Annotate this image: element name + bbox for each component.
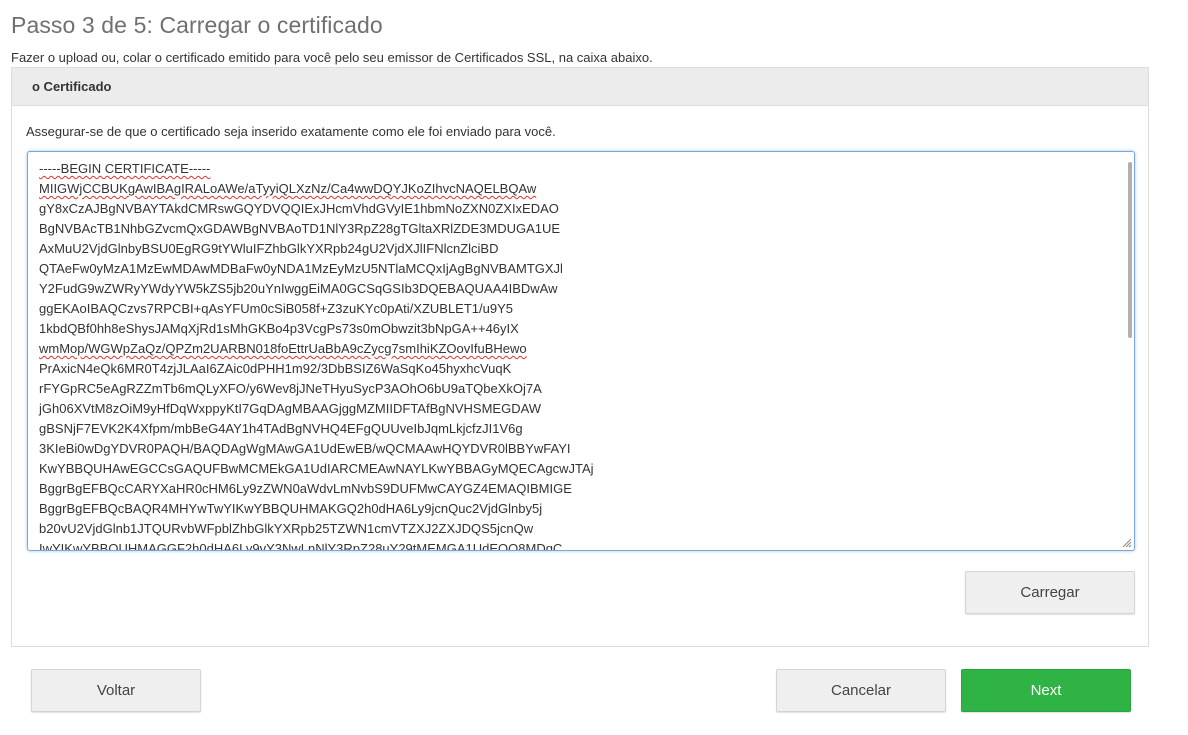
panel-header: o Certificado [12,68,1148,106]
certificate-line: gY8xCzAJBgNVBAYTAkdCMRswGQYDVQQIExJHcmVh… [39,201,559,216]
certificate-line: IwYIKwYBBQUHMAGGF2h0dHA6Ly9vY3NwLnNlY3Rp… [39,541,563,551]
certificate-line: jGh06XVtM8zOiM9yHfDqWxppyKtI7GqDAgMBAAGj… [39,401,542,416]
certificate-line: AxMuU2VjdGlnbyBSU0EgRG9tYWluIFZhbGlkYXRp… [39,241,499,256]
page-title: Passo 3 de 5: Carregar o certificado [11,12,383,38]
certificate-panel: o Certificado Assegurar-se de que o cert… [11,67,1149,647]
next-button[interactable]: Next [961,669,1131,712]
page-subtitle: Fazer o upload ou, colar o certificado e… [11,50,653,65]
certificate-line: 3KIeBi0wDgYDVR0PAQH/BAQDAgWgMAwGA1UdEwEB… [39,441,571,456]
certificate-line: BggrBgEFBQcBAQR4MHYwTwYIKwYBBQUHMAKGQ2h0… [39,501,543,516]
resize-handle-icon[interactable] [1120,536,1132,548]
certificate-line: KwYBBQUHAwEGCCsGAQUFBwMCMEkGA1UdIARCMEAw… [39,461,594,476]
certificate-line: gBSNjF7EVK2K4Xfpm/mbBeG4AY1h4TAdBgNVHQ4E… [39,421,523,436]
certificate-line: -----BEGIN CERTIFICATE----- [39,161,211,176]
certificate-line: rFYGpRC5eAgRZZmTb6mQLyXFO/y6Wev8jJNeTHyu… [39,381,542,396]
cancel-button[interactable]: Cancelar [776,669,946,712]
certificate-line: BggrBgEFBQcCARYXaHR0cHM6Ly9zZWN0aWdvLmNv… [39,481,572,496]
back-button[interactable]: Voltar [31,669,201,712]
textarea-scrollbar[interactable] [1128,162,1132,338]
certificate-line: QTAeFw0yMzA1MzEwMDAwMDBaFw0yNDA1MzEyMzU5… [39,261,563,276]
certificate-line: Y2FudG9wZWRyYWdyYW5kZS5jb20uYnIwggEiMA0G… [39,281,558,296]
certificate-text[interactable]: -----BEGIN CERTIFICATE----- MIIGWjCCBUKgA… [39,159,1114,551]
certificate-textarea[interactable]: -----BEGIN CERTIFICATE----- MIIGWjCCBUKgA… [27,151,1135,551]
certificate-line: ggEKAoIBAQCzvs7RPCBI+qAsYFUm0cSiB058f+Z3… [39,301,513,316]
certificate-line: wmMop/WGWpZaQz/QPZm2UARBN018foEttrUaBbA9… [39,341,527,356]
certificate-line: PrAxicN4eQk6MR0T4zjJLAaI6ZAic0dPHH1m92/3… [39,361,512,376]
certificate-line: BgNVBAcTB1NhbGZvcmQxGDAWBgNVBAoTD1NlY3Rp… [39,221,561,236]
certificate-line: b20vU2VjdGlnb1JTQURvbWFpblZhbGlkYXRpb25T… [39,521,534,536]
certificate-line: MIIGWjCCBUKgAwIBAgIRALoAWe/aTyyiQLXzNz/C… [39,181,537,196]
certificate-line: 1kbdQBf0hh8eShysJAMqXjRd1sMhGKBo4p3VcgPs… [39,321,519,336]
upload-button[interactable]: Carregar [965,571,1135,614]
panel-instruction: Assegurar-se de que o certificado seja i… [26,124,556,139]
